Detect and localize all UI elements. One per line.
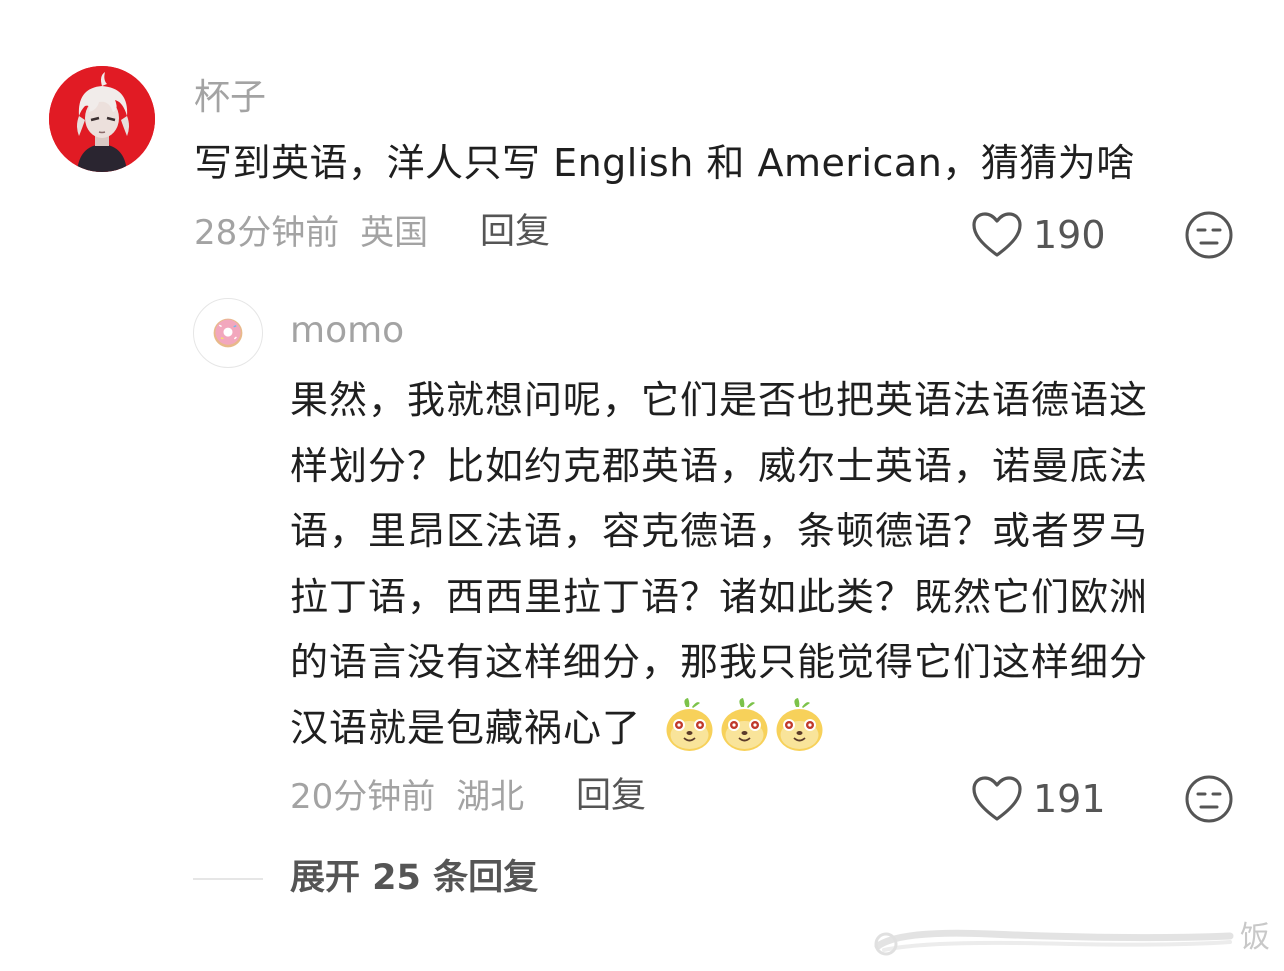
- reply-text-line: 果然，我就想问呢，它们是否也把英语法语德语这: [290, 378, 1149, 422]
- emoji-row: [664, 697, 825, 753]
- heart-icon: [972, 776, 1022, 821]
- comment-time: 28分钟前: [194, 213, 340, 253]
- like-count: 190: [1033, 213, 1106, 257]
- expand-divider: [193, 878, 263, 880]
- dog-face-emoji-icon: [776, 698, 823, 751]
- reply-meta: 20分钟前 湖北: [290, 780, 524, 814]
- reply-text-line: 的语言没有这样细分，那我只能觉得它们这样细分: [290, 640, 1149, 684]
- reply-like-button[interactable]: 191: [971, 775, 1106, 823]
- donut-icon: [213, 318, 243, 348]
- comment-text: 写到英语，洋人只写 English 和 American，猜猜为啥: [194, 141, 1135, 185]
- watermark-swoosh: [874, 929, 1234, 956]
- reply-avatar[interactable]: [193, 298, 263, 368]
- reply-text-line: 拉丁语，西西里拉丁语？诸如此类？既然它们欧洲: [290, 574, 1149, 619]
- comment-location: 英国: [360, 213, 429, 253]
- anime-character-avatar-icon: [49, 66, 155, 172]
- comment-meta: 28分钟前 英国: [194, 216, 428, 250]
- reply-text-line: 样划分？比如约克郡英语，威尔士英语，诺曼底法: [290, 443, 1149, 488]
- like-count: 191: [1033, 777, 1106, 821]
- reply-reply-button[interactable]: 回复: [576, 779, 646, 814]
- meh-face-icon: [1185, 775, 1233, 823]
- heart-icon: [972, 212, 1022, 257]
- reply-location: 湖北: [456, 777, 525, 817]
- avatar[interactable]: [49, 66, 155, 172]
- meh-face-icon: [1185, 211, 1233, 259]
- reply-username[interactable]: momo: [290, 313, 404, 349]
- reply-time: 20分钟前: [290, 777, 436, 817]
- watermark-text: 饭: [1240, 920, 1270, 955]
- like-button[interactable]: 190: [971, 211, 1106, 259]
- reply-text-line: 语，里昂区法语，容克德语，条顿德语？或者罗马: [290, 509, 1149, 553]
- reply-dislike-button[interactable]: [1184, 774, 1234, 824]
- dog-face-emoji-icon: [721, 698, 768, 751]
- reply-button[interactable]: 回复: [480, 215, 550, 250]
- expand-replies-button[interactable]: 展开 25 条回复: [290, 861, 538, 896]
- dislike-button[interactable]: [1184, 210, 1234, 260]
- comment-username[interactable]: 杯子: [194, 80, 266, 116]
- dog-face-emoji-icon: [666, 698, 713, 751]
